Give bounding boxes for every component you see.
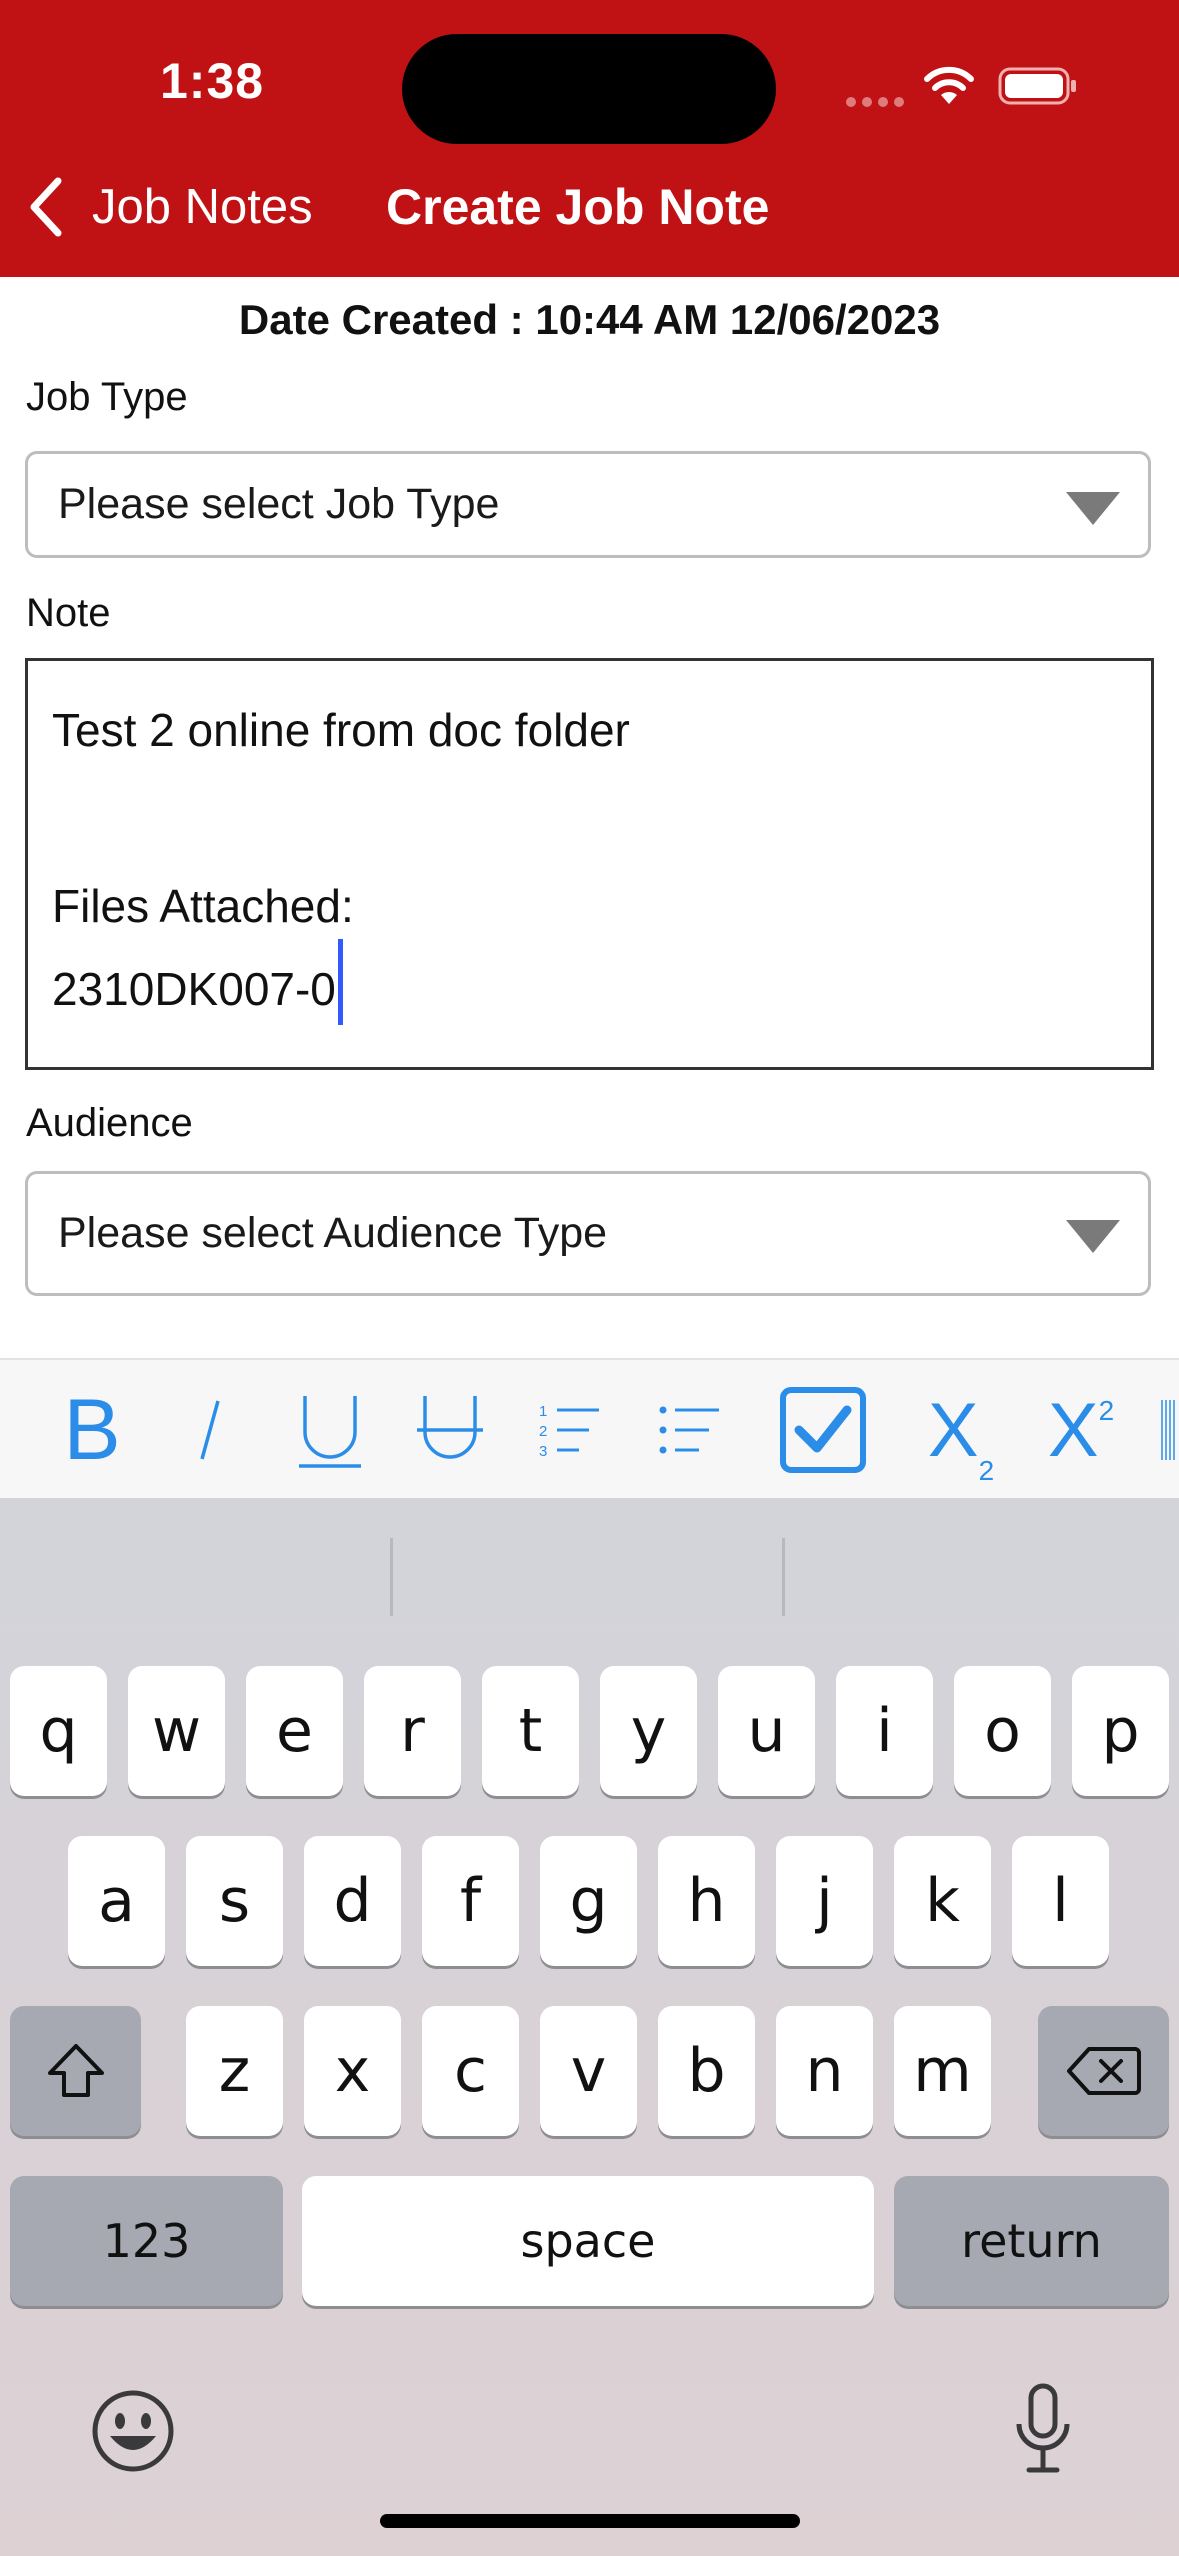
key-b[interactable]: b (658, 2006, 755, 2136)
key-k[interactable]: k (894, 1836, 991, 1966)
suggestion-divider (782, 1538, 785, 1616)
svg-text:2: 2 (539, 1423, 547, 1440)
job-type-label: Job Type (26, 375, 188, 419)
key-x[interactable]: x (304, 2006, 401, 2136)
subscript-button[interactable]: X2 (916, 1380, 1006, 1486)
svg-text:3: 3 (539, 1443, 547, 1460)
text-cursor (337, 939, 343, 1025)
key-z[interactable]: z (186, 2006, 283, 2136)
key-d[interactable]: d (304, 1836, 401, 1966)
space-key[interactable]: space (302, 2176, 874, 2306)
back-label: Job Notes (92, 180, 313, 234)
checkbox-icon (780, 1387, 866, 1473)
audience-label: Audience (26, 1101, 193, 1145)
more-tools-icon[interactable] (1156, 1380, 1179, 1480)
note-line: Files Attached: (52, 880, 354, 932)
shift-key[interactable] (10, 2006, 141, 2136)
key-c[interactable]: c (422, 2006, 519, 2136)
svg-text:1: 1 (539, 1403, 547, 1420)
key-s[interactable]: s (186, 1836, 283, 1966)
key-r[interactable]: r (364, 1666, 461, 1796)
formatting-toolbar: B 1 2 3 X2 X2 (0, 1358, 1179, 1500)
key-t[interactable]: t (482, 1666, 579, 1796)
home-indicator (380, 2514, 800, 2528)
key-o[interactable]: o (954, 1666, 1051, 1796)
key-y[interactable]: y (600, 1666, 697, 1796)
emoji-button[interactable] (88, 2386, 178, 2476)
subscript-icon: X2 (927, 1387, 995, 1486)
date-created: Date Created : 10:44 AM 12/06/2023 (238, 296, 941, 343)
key-a[interactable]: a (68, 1836, 165, 1966)
chevron-left-icon (30, 177, 62, 237)
status-time: 1:38 (160, 53, 265, 109)
superscript-button[interactable]: X2 (1036, 1380, 1126, 1480)
ordered-list-icon: 1 2 3 (539, 1403, 599, 1460)
navigation-header: 1:38 Job Notes Create Job Note (0, 0, 1179, 277)
note-line: 2310DK007-0 (52, 963, 336, 1015)
dictation-button[interactable] (1003, 2380, 1083, 2480)
key-p[interactable]: p (1072, 1666, 1169, 1796)
key-q[interactable]: q (10, 1666, 107, 1796)
underline-button[interactable] (290, 1380, 370, 1480)
unordered-list-icon (659, 1406, 719, 1454)
dropdown-arrow-icon (1066, 492, 1120, 525)
key-m[interactable]: m (894, 2006, 991, 2136)
ordered-list-button[interactable]: 1 2 3 (530, 1380, 610, 1480)
delete-key[interactable] (1038, 2006, 1169, 2136)
key-v[interactable]: v (540, 2006, 637, 2136)
back-button[interactable]: Job Notes (26, 175, 313, 239)
underline-icon (299, 1396, 361, 1468)
dynamic-island (402, 34, 776, 144)
job-type-placeholder: Please select Job Type (58, 480, 500, 528)
key-l[interactable]: l (1012, 1836, 1109, 1966)
wifi-icon (924, 66, 974, 104)
keyboard: q w e r t y u i o p a s d f g h j k l z … (0, 1498, 1179, 2556)
strikethrough-button[interactable] (410, 1380, 490, 1480)
microphone-icon (1016, 2383, 1070, 2473)
key-h[interactable]: h (658, 1836, 755, 1966)
key-i[interactable]: i (836, 1666, 933, 1796)
audience-select[interactable]: Please select Audience Type (25, 1171, 1151, 1296)
key-n[interactable]: n (776, 2006, 873, 2136)
signal-dots-icon (846, 94, 910, 112)
key-f[interactable]: f (422, 1836, 519, 1966)
note-editor[interactable]: Test 2 online from doc folder Files Atta… (25, 658, 1154, 1070)
dropdown-arrow-icon (1066, 1220, 1120, 1253)
note-line: Test 2 online from doc folder (52, 704, 630, 756)
checkbox-button[interactable] (778, 1380, 868, 1480)
page-title: Create Job Note (386, 179, 770, 235)
suggestion-divider (390, 1538, 393, 1616)
key-w[interactable]: w (128, 1666, 225, 1796)
bold-button[interactable]: B (52, 1380, 132, 1480)
return-key[interactable]: return (894, 2176, 1169, 2306)
superscript-icon: X2 (1047, 1387, 1115, 1473)
numbers-key[interactable]: 123 (10, 2176, 283, 2306)
shift-icon (47, 2044, 104, 2097)
audience-placeholder: Please select Audience Type (58, 1209, 608, 1257)
italic-button[interactable] (180, 1380, 240, 1480)
key-j[interactable]: j (776, 1836, 873, 1966)
bold-icon: B (63, 1381, 121, 1478)
note-label: Note (26, 591, 111, 635)
backspace-icon (1066, 2047, 1141, 2095)
battery-icon (998, 67, 1076, 105)
key-e[interactable]: e (246, 1666, 343, 1796)
italic-icon (200, 1400, 220, 1460)
key-u[interactable]: u (718, 1666, 815, 1796)
unordered-list-button[interactable] (650, 1380, 730, 1480)
job-type-select[interactable]: Please select Job Type (25, 451, 1151, 558)
key-g[interactable]: g (540, 1836, 637, 1966)
emoji-icon (92, 2390, 174, 2472)
strikethrough-icon (417, 1396, 483, 1459)
